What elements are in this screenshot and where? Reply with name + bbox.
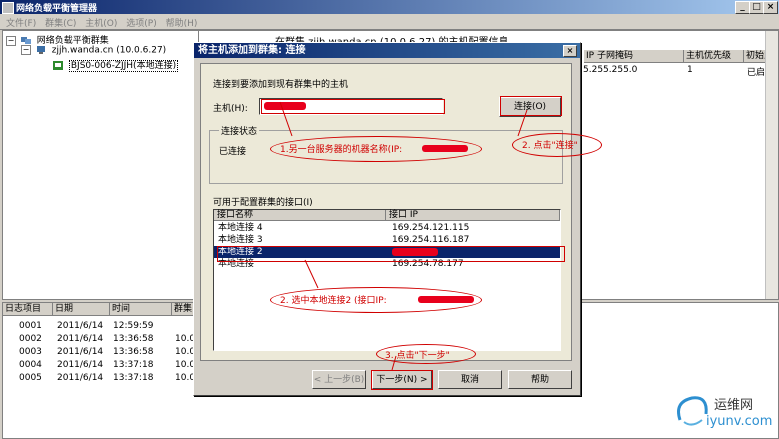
annotation-1-redact	[422, 145, 468, 152]
annotation-2: 2. 点击"连接"	[522, 141, 578, 151]
annotation-4: 3. 点击"下一步"	[385, 351, 450, 361]
status-group-label: 连接状态	[219, 124, 260, 137]
highlight-next	[371, 370, 433, 390]
watermark-en: iyunv.com	[706, 414, 773, 429]
annotation-3-redact	[418, 296, 474, 303]
highlight-connect	[500, 96, 562, 116]
arrow-interface	[304, 259, 319, 289]
annotation-3: 2. 选中本地连接2 (接口IP:	[280, 296, 387, 306]
watermark-cn: 运维网	[714, 398, 754, 413]
annotation-1: 1.另一台服务器的机器名称(IP:	[280, 145, 403, 155]
highlight-selected-row	[217, 246, 565, 262]
watermark: 运维网 iyunv.com	[672, 388, 777, 436]
highlight-host-input	[261, 99, 445, 114]
